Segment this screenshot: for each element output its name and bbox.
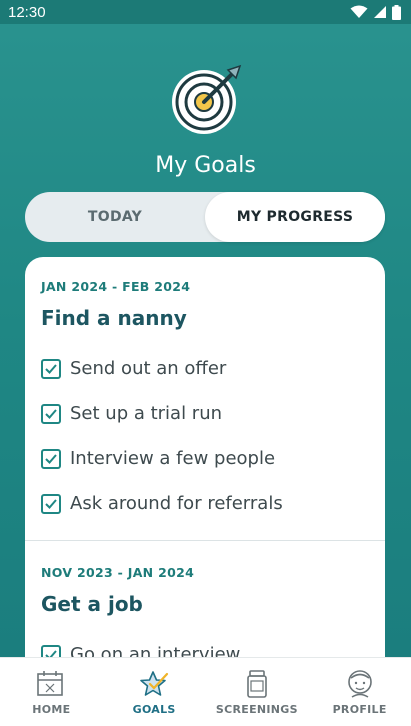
status-icons	[350, 4, 401, 20]
nav-label: GOALS	[132, 702, 176, 716]
nav-label: PROFILE	[332, 702, 387, 716]
calendar-icon	[37, 670, 64, 696]
task-label: Send out an offer	[70, 358, 227, 379]
nav-label: HOME	[32, 702, 71, 716]
goal-section: JAN 2024 - FEB 2024 Find a nanny Send ou…	[25, 257, 385, 538]
person-icon	[347, 669, 372, 698]
goal-date-range: JAN 2024 - FEB 2024	[41, 279, 191, 294]
task-list: Send out an offer Set up a trial run Int…	[41, 346, 369, 526]
progress-card: JAN 2024 - FEB 2024 Find a nanny Send ou…	[25, 257, 385, 677]
task-label: Interview a few people	[70, 448, 276, 469]
nav-screenings[interactable]: SCREENINGS	[207, 658, 307, 726]
goal-title: Find a nanny	[41, 306, 187, 330]
wifi-icon	[350, 5, 368, 18]
nav-label: SCREENINGS	[215, 702, 298, 716]
page-title: My Goals	[155, 153, 256, 178]
tab-switcher: TODAY MY PROGRESS	[25, 192, 385, 242]
battery-icon	[392, 4, 401, 20]
task-item[interactable]: Interview a few people	[41, 436, 369, 481]
signal-icon	[374, 6, 386, 18]
goal-title: Get a job	[41, 592, 143, 616]
star-check-icon	[140, 670, 169, 696]
checkbox-checked-icon[interactable]	[41, 448, 61, 469]
nav-profile[interactable]: PROFILE	[310, 658, 410, 726]
nav-home[interactable]: HOME	[1, 658, 101, 726]
task-label: Ask around for referrals	[70, 493, 283, 514]
checkbox-checked-icon[interactable]	[41, 403, 61, 424]
goal-date-range: NOV 2023 - JAN 2024	[41, 565, 195, 580]
task-item[interactable]: Set up a trial run	[41, 391, 369, 436]
nav-goals[interactable]: GOALS	[104, 658, 204, 726]
task-item[interactable]: Send out an offer	[41, 346, 369, 391]
clipboard-jar-icon	[247, 669, 267, 698]
status-bar: 12:30	[0, 0, 411, 24]
bottom-nav: HOME GOALS SCREENINGS PROFILE	[0, 657, 411, 726]
checkbox-checked-icon[interactable]	[41, 493, 61, 514]
target-icon	[171, 64, 241, 134]
tab-my-progress[interactable]: MY PROGRESS	[205, 192, 385, 242]
task-label: Set up a trial run	[70, 403, 223, 424]
checkbox-checked-icon[interactable]	[41, 358, 61, 379]
status-time: 12:30	[8, 3, 46, 21]
task-item[interactable]: Ask around for referrals	[41, 481, 369, 526]
header: My Goals	[0, 64, 411, 178]
tab-today[interactable]: TODAY	[25, 192, 205, 242]
